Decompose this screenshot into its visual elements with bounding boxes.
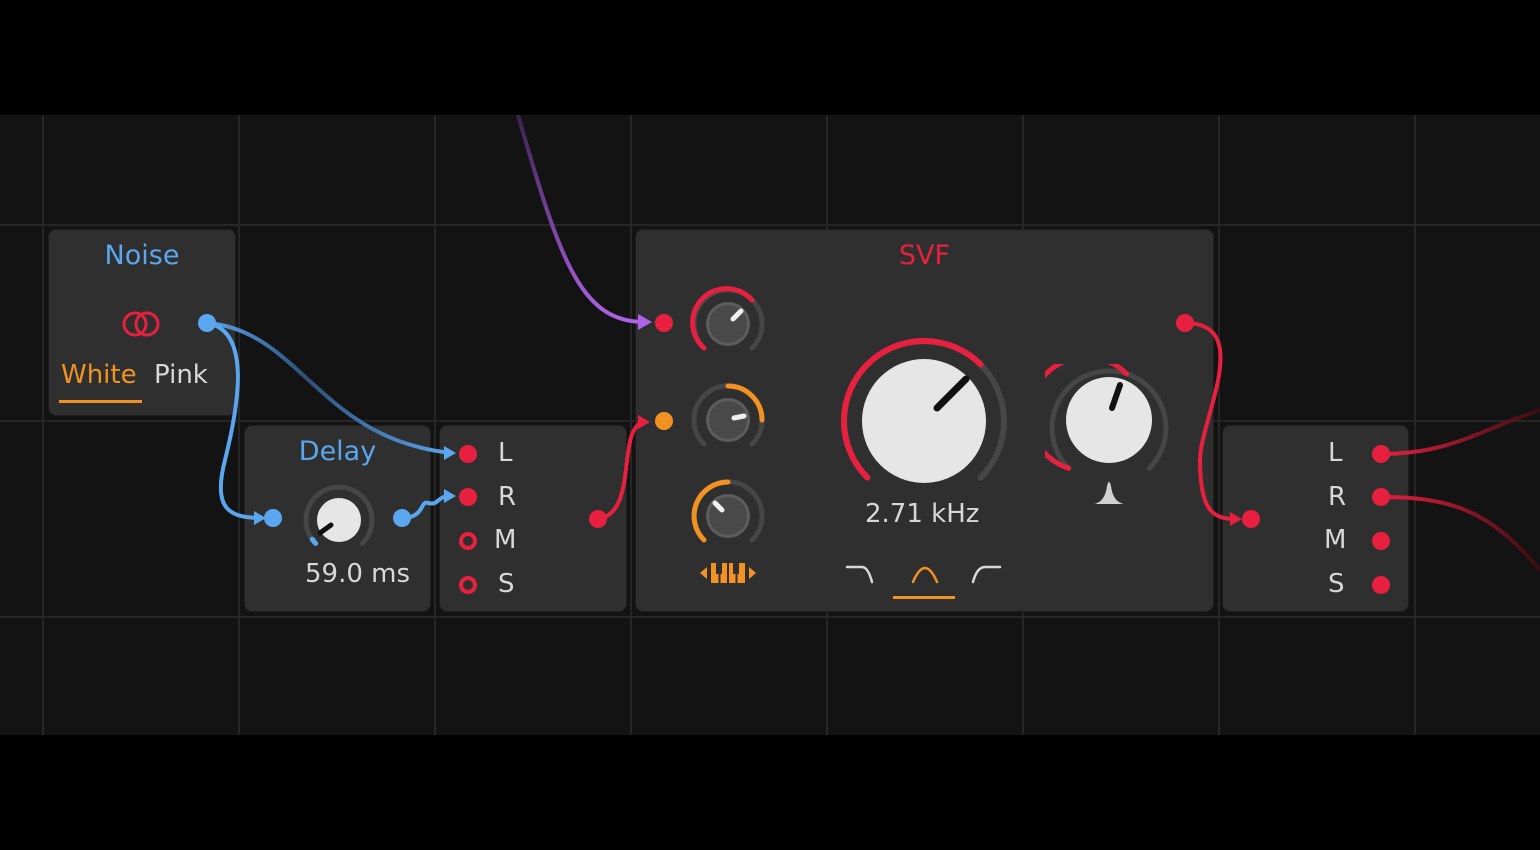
output-label-l: L <box>1328 438 1343 468</box>
svf-output-jack[interactable] <box>1176 314 1194 332</box>
noise-mode-white[interactable]: White <box>61 360 137 390</box>
delay-module[interactable]: Delay 59.0 ms <box>245 426 430 611</box>
output-label-r: R <box>1328 482 1347 512</box>
svf-frequency-value: 2.71 kHz <box>865 499 980 529</box>
split-input-s-jack[interactable] <box>459 576 477 594</box>
svf-resonance-knob[interactable] <box>1045 364 1173 492</box>
svf-module[interactable]: SVF 2.71 kHz <box>636 230 1213 611</box>
output-module[interactable]: L R M S <box>1223 426 1408 611</box>
split-input-r-jack[interactable] <box>459 488 477 506</box>
svf-mod-input-2-jack[interactable] <box>655 412 673 430</box>
split-module[interactable]: L R M S <box>440 426 626 611</box>
svf-frequency-knob[interactable] <box>837 334 1011 508</box>
split-label-m: M <box>494 525 517 555</box>
delay-title: Delay <box>298 436 377 467</box>
stereo-rings-icon[interactable] <box>121 310 161 338</box>
svf-mod-knob-1[interactable] <box>688 284 768 364</box>
output-m-jack[interactable] <box>1372 532 1390 550</box>
split-input-m-jack[interactable] <box>459 532 477 550</box>
output-r-jack[interactable] <box>1372 488 1390 506</box>
output-l-jack[interactable] <box>1372 445 1390 463</box>
peak-icon <box>1094 482 1124 504</box>
split-input-l-jack[interactable] <box>459 445 477 463</box>
keyboard-icon[interactable] <box>698 560 758 586</box>
delay-time-knob[interactable] <box>300 481 378 559</box>
svf-mod-input-1-jack[interactable] <box>655 314 673 332</box>
output-label-m: M <box>1324 525 1347 555</box>
svf-title: SVF <box>898 240 951 271</box>
split-output-jack[interactable] <box>589 510 607 528</box>
filter-mode-highpass-icon[interactable] <box>969 560 1003 586</box>
noise-title: Noise <box>104 240 180 271</box>
filter-mode-underline <box>893 596 955 599</box>
output-s-jack[interactable] <box>1372 576 1390 594</box>
output-label-s: S <box>1328 569 1345 599</box>
noise-module[interactable]: Noise White Pink <box>49 230 235 415</box>
delay-time-value: 59.0 ms <box>305 559 411 589</box>
filter-mode-lowpass-icon[interactable] <box>844 560 878 586</box>
noise-mode-pink[interactable]: Pink <box>154 360 208 390</box>
split-label-r: R <box>498 482 517 512</box>
svf-keytrack-knob[interactable] <box>688 476 768 556</box>
split-label-s: S <box>498 569 515 599</box>
noise-mode-underline <box>59 400 142 403</box>
svf-mod-knob-2[interactable] <box>688 380 768 460</box>
output-input-jack[interactable] <box>1242 510 1260 528</box>
split-label-l: L <box>498 438 513 468</box>
filter-mode-bandpass-icon[interactable] <box>908 560 942 586</box>
